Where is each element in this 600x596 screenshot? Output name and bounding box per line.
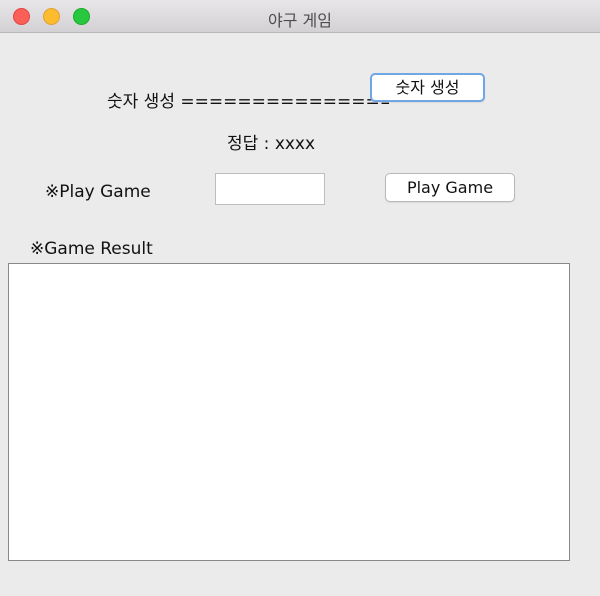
answer-label: 정답 : xxxx bbox=[227, 134, 316, 154]
guess-input[interactable] bbox=[215, 173, 325, 205]
play-game-button[interactable]: Play Game bbox=[385, 173, 515, 202]
game-result-textarea[interactable] bbox=[8, 263, 570, 561]
window-title: 야구 게임 bbox=[268, 11, 332, 30]
title-bar[interactable]: 야구 게임 bbox=[0, 0, 600, 33]
play-game-label: ※Play Game bbox=[45, 182, 151, 202]
generate-number-button[interactable]: 숫자 생성 bbox=[370, 73, 485, 102]
app-window: 야구 게임 숫자 생성 ============================… bbox=[0, 0, 600, 596]
generate-number-label: 숫자 생성 ==================================… bbox=[107, 92, 389, 112]
game-result-label: ※Game Result bbox=[30, 239, 153, 259]
